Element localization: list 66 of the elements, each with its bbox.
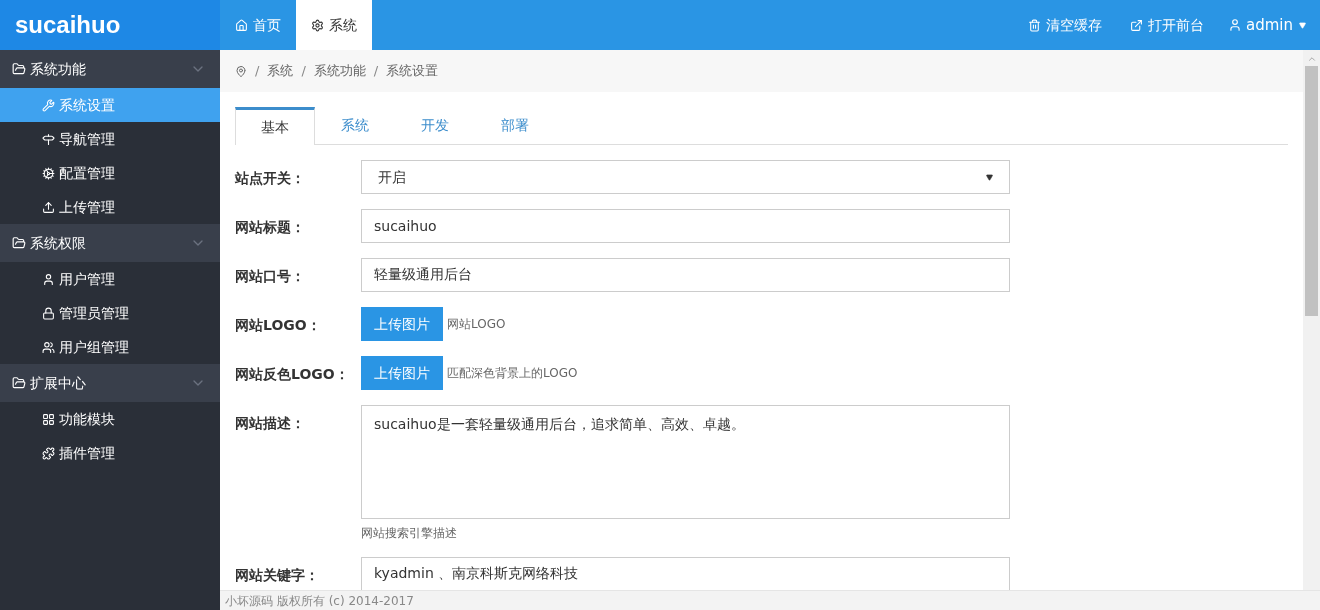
sidebar-item[interactable]: 用户组管理 (0, 330, 220, 364)
puzzle-icon (42, 446, 55, 460)
footer: 小坏源码 版权所有 (c) 2014-2017 (220, 590, 1320, 610)
field-label: 网站LOGO： (235, 316, 322, 335)
field-label: 网站描述： (235, 414, 306, 433)
nav-tab[interactable]: 系统 (296, 0, 372, 50)
tab[interactable]: 开发 (395, 107, 475, 144)
sidebar-item[interactable]: 功能模块 (0, 402, 220, 436)
select-field[interactable]: 开启 (361, 160, 1010, 194)
tab[interactable]: 基本 (235, 107, 315, 145)
field-label: 网站关键字： (235, 566, 320, 585)
gear-icon (311, 18, 324, 32)
breadcrumb-item[interactable]: 系统设置 (386, 61, 439, 81)
field-label: 站点开关： (235, 169, 306, 188)
lock-icon (42, 306, 55, 320)
sidebar-item[interactable]: 插件管理 (0, 436, 220, 470)
folder-icon (12, 236, 26, 250)
breadcrumb-item[interactable]: 系统 (267, 61, 294, 81)
dropdown-caret-icon (986, 173, 993, 181)
home-icon (235, 18, 248, 32)
folder-icon (12, 62, 26, 76)
field-label: 网站标题： (235, 218, 306, 237)
scrollbar-thumb[interactable] (1305, 66, 1318, 316)
text-field[interactable]: kyadmin 、南京科斯克网络科技 (361, 557, 1010, 590)
field-hint: 网站搜索引擎描述 (361, 525, 458, 542)
field-hint: 网站LOGO (447, 316, 506, 333)
tab[interactable]: 部署 (475, 107, 555, 144)
signpost-icon (42, 132, 55, 146)
group-label: 系统功能 (30, 59, 87, 79)
sidebar-item[interactable]: 上传管理 (0, 190, 220, 224)
gears-icon (42, 166, 55, 180)
breadcrumb-separator: / (255, 62, 260, 81)
sidebar-item[interactable]: 导航管理 (0, 122, 220, 156)
tab[interactable]: 系统 (315, 107, 395, 144)
field-label: 网站口号： (235, 267, 306, 286)
breadcrumb-separator: / (373, 62, 379, 81)
wrench-icon (42, 98, 55, 112)
group-label: 扩展中心 (30, 373, 87, 393)
breadcrumb-item[interactable]: 系统功能 (313, 61, 366, 81)
trash-icon (1028, 18, 1041, 32)
caret-icon (1299, 21, 1306, 29)
users-icon (42, 340, 55, 354)
text-field[interactable]: 轻量级通用后台 (361, 258, 1010, 292)
scroll-up-icon[interactable] (1306, 54, 1317, 64)
sidebar-group[interactable]: 系统权限 (0, 224, 220, 262)
location-pin-icon (235, 64, 247, 78)
sidebar-group[interactable]: 系统功能 (0, 50, 220, 88)
upload-icon (42, 200, 55, 214)
select-value: 开启 (378, 167, 406, 187)
brand-logo[interactable]: sucaihuo (0, 0, 220, 50)
field-hint: 匹配深色背景上的LOGO (447, 365, 578, 382)
field-label: 网站反色LOGO： (235, 365, 350, 384)
scrollbar[interactable] (1303, 50, 1320, 590)
sidebar-item[interactable]: 用户管理 (0, 262, 220, 296)
breadcrumb-separator: / (301, 62, 306, 81)
external-link-icon (1130, 18, 1143, 32)
grid-icon (42, 412, 55, 426)
textarea-field[interactable]: sucaihuo是一套轻量级通用后台，追求简单、高效、卓越。 (361, 405, 1010, 519)
user-icon (1228, 18, 1242, 32)
text-field[interactable]: sucaihuo (361, 209, 1010, 243)
sidebar-item[interactable]: 管理员管理 (0, 296, 220, 330)
folder-icon (12, 376, 26, 390)
sidebar-item[interactable]: 配置管理 (0, 156, 220, 190)
user-icon (42, 272, 55, 286)
group-label: 系统权限 (30, 233, 87, 253)
sidebar-group[interactable]: 扩展中心 (0, 364, 220, 402)
